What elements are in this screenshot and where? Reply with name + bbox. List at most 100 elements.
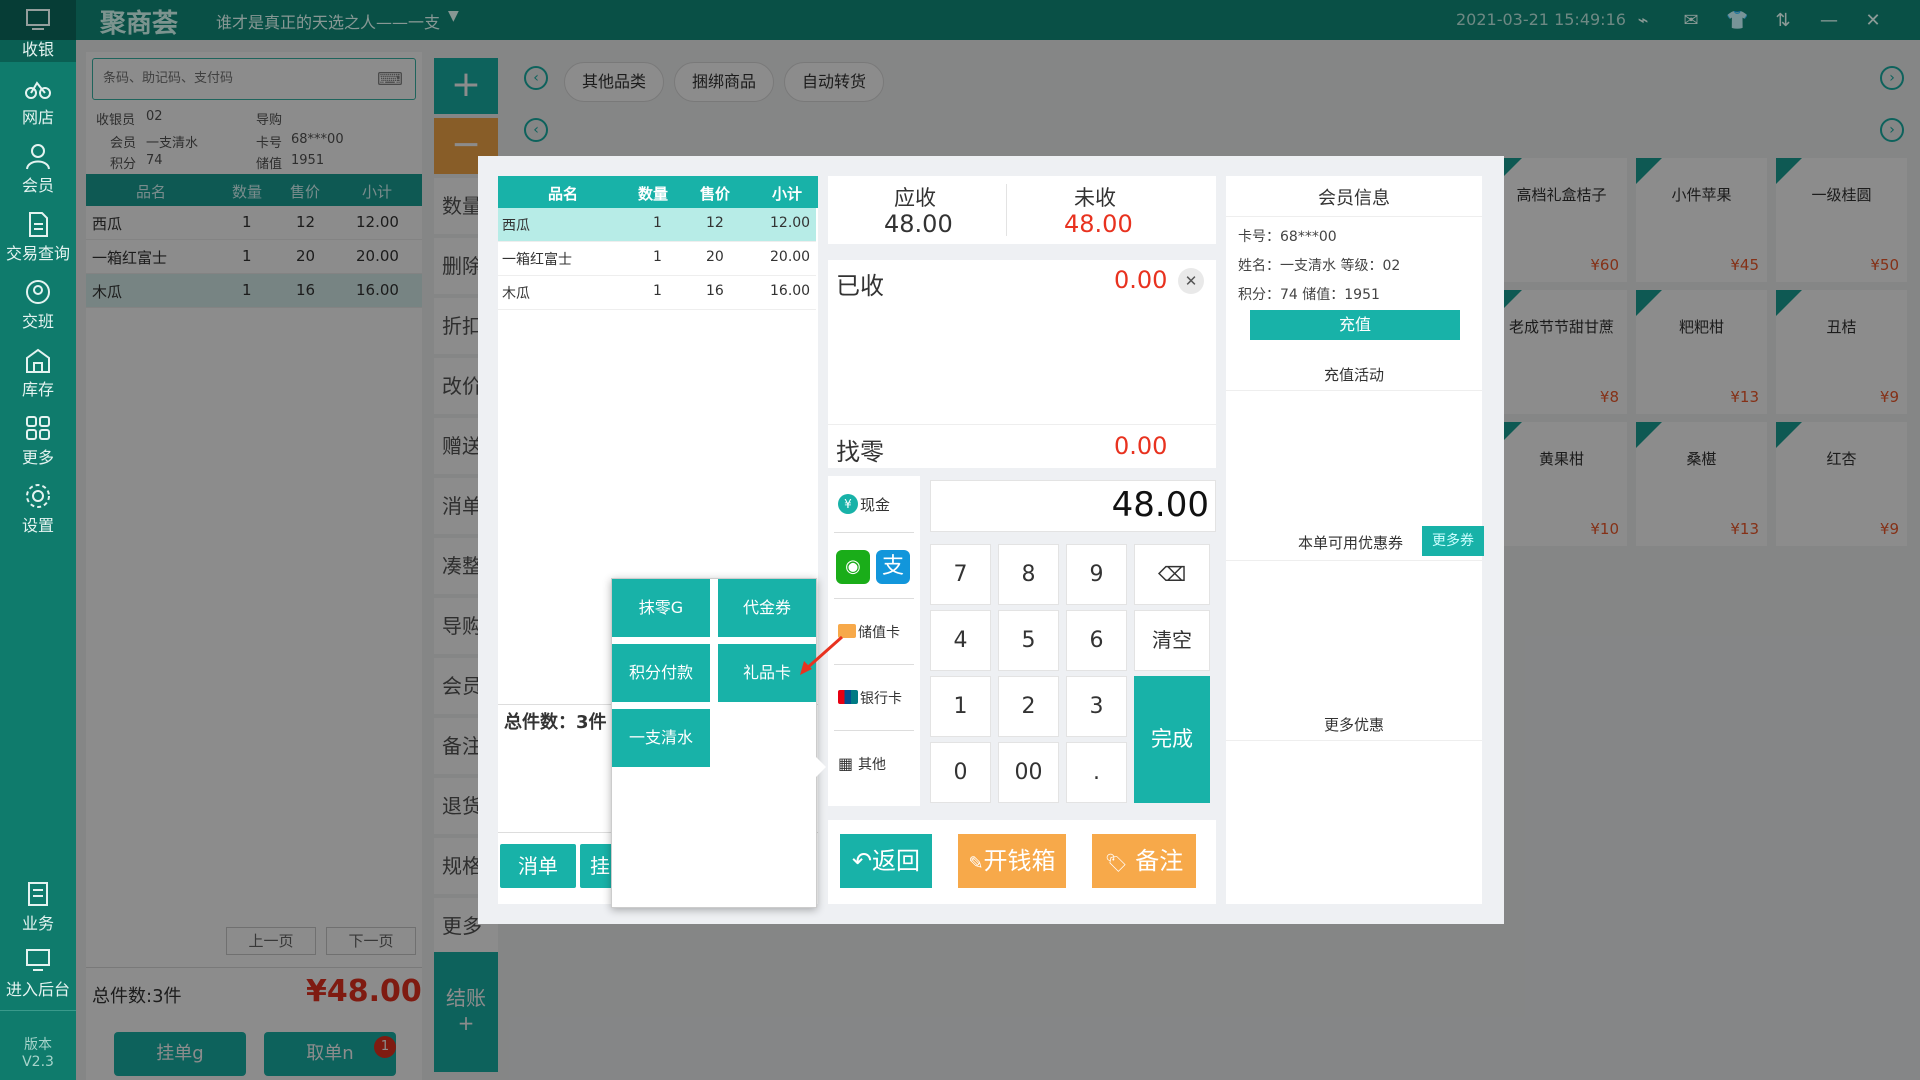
sidebar-item-backend[interactable]: 进入后台 [0, 940, 76, 1002]
modal-total-count: 总件数：3件 [504, 712, 607, 733]
key-4[interactable]: 4 [930, 610, 991, 671]
sidebar-item-handover[interactable]: 交班 [0, 272, 76, 334]
key-7[interactable]: 7 [930, 544, 991, 605]
due-amount: 48.00 [884, 210, 953, 238]
backspace-icon[interactable]: ⌫ [1134, 544, 1210, 605]
pay-cash[interactable]: ¥ 现金 [828, 476, 912, 538]
divider [828, 424, 1216, 425]
item-qty: 1 [653, 283, 662, 299]
divider [1226, 560, 1482, 561]
amount-summary: 应收 48.00 未收 48.00 [828, 176, 1216, 244]
handover-icon [26, 280, 50, 304]
item-name: 西瓜 [502, 218, 530, 234]
document-icon [29, 212, 48, 237]
wechat-icon: ◉ [836, 550, 870, 584]
back-button[interactable]: ↶返回 [840, 834, 932, 888]
drawer-icon: ✎ [968, 853, 984, 874]
paid-amount: 0.00 [1114, 266, 1168, 294]
key-0[interactable]: 0 [930, 742, 991, 803]
payment-modal: 品名 数量 售价 小计 西瓜 1 12 12.00 一箱红富士 1 20 20.… [478, 156, 1504, 924]
change-label: 找零 [836, 438, 884, 466]
item-subtotal: 20.00 [770, 249, 811, 265]
settings-icon [26, 484, 50, 508]
yen-icon: ¥ [838, 494, 858, 514]
divider [1226, 216, 1482, 217]
recharge-button[interactable]: 充值 [1250, 310, 1460, 340]
modal-table-header: 品名 数量 售价 小计 [498, 176, 818, 208]
member-info-title: 会员信息 [1318, 188, 1390, 209]
divider [1226, 740, 1482, 741]
unionpay-icon [838, 690, 858, 704]
sidebar-item-label: 交易查询 [5, 244, 70, 263]
sidebar-item-inventory[interactable]: 库存 [0, 340, 76, 402]
recharge-activity-label: 充值活动 [1323, 366, 1384, 384]
alipay-icon: 支 [876, 550, 910, 584]
popup-member-option[interactable]: 一支清水 [612, 709, 710, 767]
version-number: V2.3 [22, 1054, 54, 1070]
more-coupons-button[interactable]: 更多券 [1422, 526, 1484, 556]
coupon-label: 本单可用优惠券 [1298, 534, 1404, 552]
key-5[interactable]: 5 [998, 610, 1059, 671]
item-qty: 1 [653, 249, 662, 265]
key-9[interactable]: 9 [1066, 544, 1127, 605]
sidebar-item-online-store[interactable]: 网店 [0, 68, 76, 130]
back-label: 返回 [872, 847, 921, 875]
open-drawer-button[interactable]: ✎开钱箱 [958, 834, 1066, 888]
key-1[interactable]: 1 [930, 676, 991, 737]
item-price: 16 [706, 283, 724, 299]
sidebar-item-more[interactable]: 更多 [0, 408, 76, 470]
other-payment-popup: 抹零G 代金券 积分付款 礼品卡 一支清水 [611, 578, 843, 908]
key-6[interactable]: 6 [1066, 610, 1127, 671]
pay-wechat-alipay[interactable]: ◉ 支 [828, 538, 912, 600]
popup-pointer [816, 757, 826, 777]
change-amount: 0.00 [1114, 432, 1168, 460]
sidebar-item-member[interactable]: 会员 [0, 136, 76, 198]
key-8[interactable]: 8 [998, 544, 1059, 605]
popup-voucher[interactable]: 代金券 [718, 579, 816, 637]
amount-input[interactable]: 48.00 [930, 480, 1216, 532]
open-drawer-label: 开钱箱 [983, 847, 1056, 875]
clear-paid-icon[interactable]: ✕ [1178, 268, 1204, 294]
complete-button[interactable]: 完成 [1134, 676, 1210, 803]
pay-bank-card[interactable]: 银行卡 [828, 670, 912, 732]
item-name: 木瓜 [502, 286, 530, 302]
tag-icon: 🏷 [1104, 853, 1128, 874]
paid-label: 已收 [836, 272, 884, 300]
sidebar-item-label: 会员 [21, 176, 54, 195]
popup-round-off[interactable]: 抹零G [612, 579, 710, 637]
user-icon [26, 144, 50, 170]
sidebar-item-label: 库存 [21, 380, 54, 399]
item-qty: 1 [653, 215, 662, 231]
pay-other[interactable]: ▦ 其他 [828, 736, 912, 798]
sidebar-item-label: 收银 [21, 40, 54, 59]
key-2[interactable]: 2 [998, 676, 1059, 737]
table-row[interactable]: 木瓜 1 16 16.00 [498, 276, 816, 310]
key-00[interactable]: 00 [998, 742, 1059, 803]
pay-cash-label: 现金 [860, 496, 891, 514]
table-row[interactable]: 一箱红富士 1 20 20.00 [498, 242, 816, 276]
table-row[interactable]: 西瓜 1 12 12.00 [498, 208, 816, 242]
key-dot[interactable]: . [1066, 742, 1127, 803]
column-header: 售价 [700, 185, 731, 203]
amount-value: 48.00 [1111, 485, 1209, 525]
member-points-line: 积分：74 储值：1951 [1238, 287, 1380, 303]
sidebar-item-label: 交班 [21, 312, 54, 331]
clear-button[interactable]: 清空 [1134, 610, 1210, 671]
cancel-order-button[interactable]: 消单 [500, 844, 576, 888]
popup-points-pay[interactable]: 积分付款 [612, 644, 710, 702]
note-button[interactable]: 🏷 备注 [1092, 834, 1196, 888]
divider [834, 730, 914, 731]
divider [834, 532, 914, 533]
key-3[interactable]: 3 [1066, 676, 1127, 737]
bike-icon [25, 81, 51, 99]
sidebar-item-settings[interactable]: 设置 [0, 476, 76, 538]
item-subtotal: 12.00 [770, 215, 811, 231]
pos-app: 聚商荟 谁才是真正的天选之人——一支 ▼ 2021-03-21 15:49:16… [0, 0, 1920, 1080]
sidebar-item-business[interactable]: 业务 [0, 874, 76, 936]
sidebar-item-transactions[interactable]: 交易查询 [0, 204, 76, 266]
back-arrow-icon: ↶ [851, 847, 873, 875]
divider [1006, 184, 1007, 236]
warehouse-icon [26, 348, 50, 373]
due-label: 应收 [894, 186, 936, 210]
more-discounts-label: 更多优惠 [1323, 716, 1384, 734]
